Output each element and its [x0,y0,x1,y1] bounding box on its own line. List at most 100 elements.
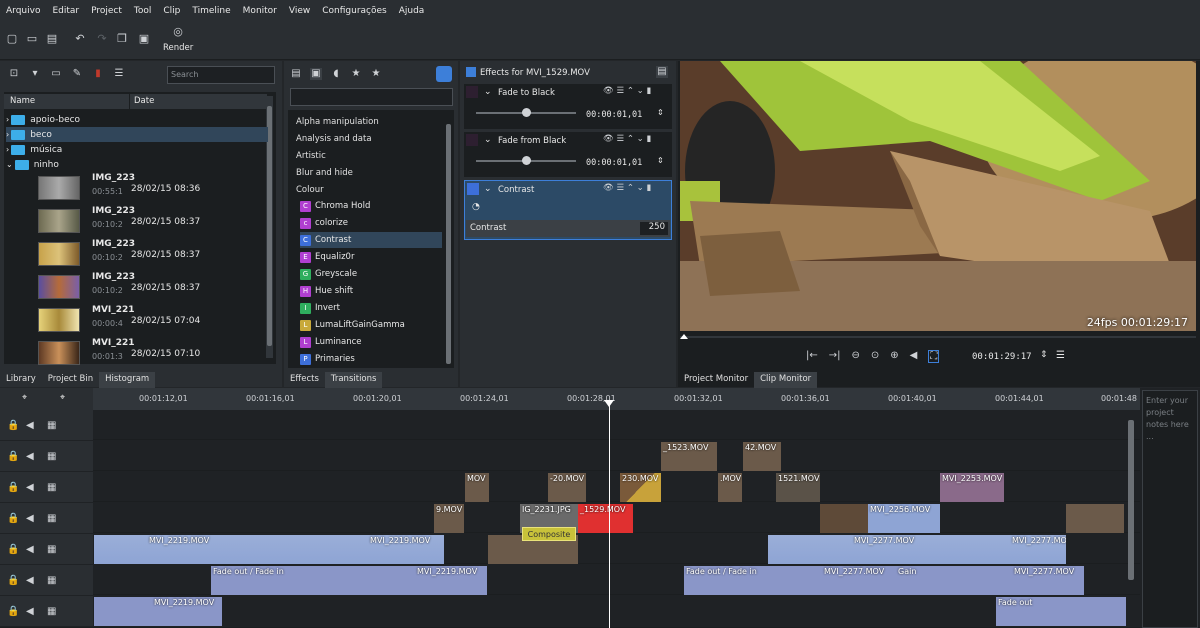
video-preview[interactable]: 24fps 00:01:29:17 [680,61,1196,331]
track-menu-icon[interactable]: ⌖ [60,393,65,403]
timeline-clip[interactable]: MVI_2219.MOV [94,535,270,564]
mute-icon[interactable]: ◀ [26,544,34,555]
chevron-down-icon[interactable]: ▾ [29,68,41,80]
monitor-playhead-marker[interactable] [680,334,688,339]
timeline-clip[interactable] [1066,504,1124,533]
fade-slider-handle[interactable] [522,108,531,117]
folder-row[interactable]: › apoio-beco [6,112,80,127]
chevron-down-icon[interactable]: ⌄ [484,184,492,194]
audio-clip[interactable]: Fade out / Fade in MVI_2219.MOV [211,566,487,595]
folder-row[interactable]: ⌄ ninho [6,157,59,172]
lock-icon[interactable]: 🔒 [7,451,19,462]
project-notes-panel[interactable]: Enter your project notes here ... [1142,390,1198,628]
stack-menu-icon[interactable]: ▤ [656,66,668,78]
effect-item[interactable]: H Hue shift [300,283,442,299]
tab-clip-monitor[interactable]: Clip Monitor [754,372,818,388]
lock-icon[interactable]: 🔒 [7,544,19,555]
timeline-track[interactable]: 🔒 ◀ ▦ [0,441,1140,471]
set-out-icon[interactable]: →| [829,350,841,363]
list-item[interactable]: MVI_221 00:00:4 28/02/15 07:04 [30,304,270,337]
keyframe-icon[interactable]: ◔ [472,202,480,212]
mute-icon[interactable]: ◀ [26,575,34,586]
tab-transitions[interactable]: Transitions [324,372,383,388]
monitor-menu-icon[interactable]: ☰ [1056,350,1065,361]
timeline-clip[interactable]: _1523.MOV [661,442,717,471]
play-icon[interactable]: ⊙ [871,350,879,363]
monitor-ruler[interactable] [680,336,1196,338]
open-folder-icon[interactable]: ▭ [26,33,38,45]
effect-item[interactable]: L Luminance [300,334,442,350]
set-in-icon[interactable]: |← [806,350,818,363]
effect-item[interactable]: C Contrast [300,232,442,248]
menu-monitor[interactable]: Monitor [243,6,277,16]
timeline-clip[interactable]: MVI_2277.MOV [936,535,1066,564]
menu-clip[interactable]: Clip [163,6,180,16]
filter-all-icon[interactable]: ▤ [290,68,302,80]
new-file-icon[interactable]: ▢ [6,33,18,45]
video-track-icon[interactable]: ▦ [47,451,56,462]
redo-icon[interactable]: ↷ [96,33,108,45]
menu-icon[interactable]: ☰ [113,68,125,80]
audio-clip[interactable]: Fade out / Fade in MVI_2277.MOV Gain MVI_22… [684,566,1084,595]
mute-icon[interactable]: ◀ [26,420,34,431]
timeline-clip[interactable]: MOV [465,473,489,502]
mute-icon[interactable]: ◀ [26,513,34,524]
lock-icon[interactable]: 🔒 [7,606,19,617]
filter-custom-icon[interactable]: ★ [350,68,362,80]
edit-icon[interactable]: ✎ [71,68,83,80]
tab-histogram[interactable]: Histogram [99,372,156,388]
menu-configuracoes[interactable]: Configurações [322,6,386,16]
video-track-icon[interactable]: ▦ [47,420,56,431]
effect-time[interactable]: 00:00:01,01 [586,110,642,120]
timeline-clip[interactable]: 42.MOV [743,442,781,471]
folder-row[interactable]: › música [6,142,62,157]
menu-timeline[interactable]: Timeline [192,6,230,16]
lock-icon[interactable]: 🔒 [7,482,19,493]
effect-item[interactable]: L LumaLiftGainGamma [300,317,442,333]
copy-icon[interactable]: ❐ [116,33,128,45]
menu-ajuda[interactable]: Ajuda [399,6,425,16]
timeline-clip-selected[interactable]: _1529.MOV [578,504,633,533]
effect-item[interactable]: G Greyscale [300,266,442,282]
effects-scrollbar[interactable] [446,124,451,364]
rewind-icon[interactable]: ⊖ [852,350,860,363]
menu-arquivo[interactable]: Arquivo [6,6,40,16]
mute-icon[interactable]: ◀ [26,606,34,617]
spin-arrows-icon[interactable]: ⇕ [1040,350,1048,360]
mute-icon[interactable]: ◀ [26,482,34,493]
effects-search-input[interactable] [290,88,453,106]
video-track-icon[interactable]: ▦ [47,513,56,524]
timeline-clip[interactable]: 230.MOV [620,473,661,502]
list-item[interactable]: IMG_223 00:10:2 28/02/15 08:37 [30,205,270,238]
effect-category[interactable]: Colour [296,185,324,195]
menu-editar[interactable]: Editar [52,6,79,16]
menu-project[interactable]: Project [91,6,122,16]
effect-item[interactable]: c colorize [300,215,442,231]
column-name-header[interactable]: Name [4,94,129,109]
tab-project-bin[interactable]: Project Bin [42,372,99,388]
list-item[interactable]: IMG_223 00:10:2 28/02/15 08:37 [30,271,270,304]
filter-audio-icon[interactable]: ◖ [330,68,342,80]
zoom-icon[interactable]: ⌖ [22,393,27,403]
timeline-clip[interactable]: MVI_2253.MOV [940,473,1004,502]
effect-category[interactable]: Alpha manipulation [296,117,379,127]
effect-item[interactable]: C Chroma Hold [300,198,442,214]
timeline-clip[interactable]: 9.MOV [434,504,464,533]
paste-icon[interactable]: ▣ [138,33,150,45]
effect-item[interactable]: I Invert [300,300,442,316]
timeline-track[interactable]: 🔒 ◀ ▦ [0,410,1140,440]
video-track-icon[interactable]: ▦ [47,482,56,493]
timeline-clip[interactable]: .MOV [718,473,742,502]
timeline-clip[interactable]: MVI_2219.MOV [270,535,444,564]
save-icon[interactable]: ▤ [46,33,58,45]
timeline-clip[interactable]: MVI_2277.MOV [768,535,936,564]
spin-arrows-icon[interactable]: ⇕ [657,108,664,117]
undo-icon[interactable]: ↶ [74,33,86,45]
list-item[interactable]: IMG_223 00:10:2 28/02/15 08:37 [30,238,270,271]
monitor-timecode-input[interactable]: 00:01:29:17 [972,352,1032,362]
mute-icon[interactable]: ◀ [26,451,34,462]
tab-effects[interactable]: Effects [284,372,325,388]
effect-controls-icon[interactable]: 👁 ☰ ⌃ ⌄ ▮ [603,86,651,96]
timeline-playhead[interactable] [609,400,610,628]
effect-controls-icon[interactable]: 👁 ☰ ⌃ ⌄ ▮ [603,183,651,193]
